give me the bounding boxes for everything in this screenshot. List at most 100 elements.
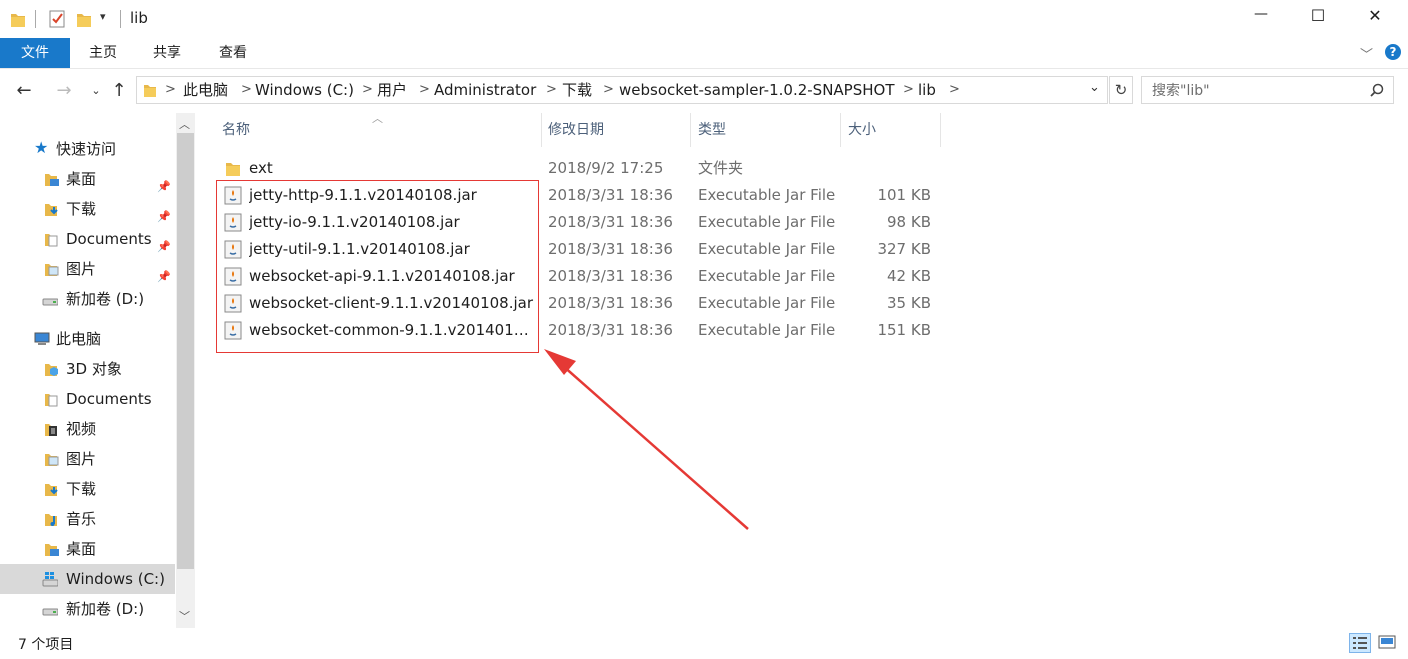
sidebar-item-drive-d-pc[interactable]: 新加卷 (D:)	[0, 594, 175, 624]
videos-folder-icon	[45, 424, 57, 436]
file-date: 2018/3/31 18:36	[548, 213, 673, 231]
sidebar-item-drive-d[interactable]: 新加卷 (D:)	[0, 284, 175, 314]
file-row[interactable]: ext 2018/9/2 17:25 文件夹	[216, 155, 946, 182]
file-date: 2018/3/31 18:36	[548, 240, 673, 258]
file-type: Executable Jar File	[698, 240, 836, 258]
column-divider[interactable]	[940, 113, 941, 147]
sidebar-item-videos[interactable]: 视频	[0, 414, 175, 444]
column-divider[interactable]	[690, 113, 691, 147]
sidebar-item-3d-objects[interactable]: 3D 对象	[0, 354, 175, 384]
address-bar-row: ← → ⌄ ↑ > 此电脑 > Windows (C:) > 用户 > Admi…	[0, 69, 1408, 113]
breadcrumb-separator-icon: >	[419, 82, 430, 97]
large-icons-view-button[interactable]	[1377, 633, 1399, 653]
documents-folder-icon	[45, 234, 58, 247]
sidebar-item-label: 图片	[66, 260, 97, 278]
up-arrow-icon[interactable]: ↑	[107, 79, 131, 103]
column-header-date[interactable]: 修改日期	[548, 113, 688, 147]
pictures-folder-icon	[45, 264, 59, 276]
column-divider[interactable]	[541, 113, 542, 147]
back-arrow-icon[interactable]: ←	[12, 79, 36, 103]
sidebar-item-quick-access[interactable]: ★ 快速访问	[0, 134, 175, 164]
address-field[interactable]: > 此电脑 > Windows (C:) > 用户 > Administrato…	[136, 76, 1108, 104]
folder-icon	[11, 14, 25, 27]
column-header-name[interactable]: 名称	[222, 113, 542, 147]
scroll-down-icon[interactable]: ﹀	[179, 608, 190, 624]
breadcrumb-separator-icon: >	[949, 82, 960, 97]
sidebar-item-documents[interactable]: Documents 📌	[0, 224, 175, 254]
search-icon[interactable]	[1370, 83, 1384, 97]
tab-view[interactable]: 查看	[210, 38, 256, 68]
scroll-up-icon[interactable]: ︿	[179, 116, 190, 132]
item-count: 7 个项目	[18, 637, 74, 653]
column-header-size[interactable]: 大小	[848, 113, 938, 147]
tab-home[interactable]: 主页	[80, 38, 126, 68]
3d-objects-folder-icon	[45, 364, 58, 376]
sidebar-item-documents-pc[interactable]: Documents	[0, 384, 175, 414]
file-type: Executable Jar File	[698, 321, 836, 339]
breadcrumb-administrator[interactable]: Administrator	[434, 77, 536, 103]
breadcrumb-separator-icon: >	[603, 82, 614, 97]
properties-icon[interactable]	[48, 9, 66, 29]
refresh-icon[interactable]: ↻	[1109, 76, 1133, 104]
breadcrumb-this-pc[interactable]: 此电脑	[183, 77, 228, 103]
column-header-type[interactable]: 类型	[698, 113, 838, 147]
breadcrumb-separator-icon: >	[546, 82, 557, 97]
address-history-chevron-icon[interactable]: ⌄	[1089, 80, 1100, 95]
tab-file[interactable]: 文件	[0, 38, 70, 68]
sidebar-item-downloads-pc[interactable]: 下载	[0, 474, 175, 504]
sidebar-item-windows-c[interactable]: Windows (C:)	[0, 564, 175, 594]
close-button[interactable]: ✕	[1362, 6, 1388, 25]
scrollbar-thumb[interactable]	[177, 133, 194, 569]
file-type: Executable Jar File	[698, 267, 836, 285]
search-input[interactable]	[1150, 80, 1364, 102]
details-view-icon	[1353, 637, 1367, 649]
sidebar-item-this-pc[interactable]: 此电脑	[0, 324, 175, 354]
sidebar-item-label: Windows (C:)	[66, 570, 165, 588]
sidebar-item-pictures[interactable]: 图片 📌	[0, 254, 175, 284]
maximize-button[interactable]: ☐	[1305, 6, 1331, 25]
help-icon[interactable]: ?	[1385, 44, 1401, 60]
sidebar-item-desktop-pc[interactable]: 桌面	[0, 534, 175, 564]
breadcrumb-separator-icon: >	[241, 82, 252, 97]
music-folder-icon	[45, 514, 57, 526]
breadcrumb-separator-icon: >	[362, 82, 373, 97]
details-view-button[interactable]	[1349, 633, 1371, 653]
breadcrumb-separator-icon: >	[165, 82, 176, 97]
file-size: 151 KB	[877, 321, 931, 339]
sidebar-item-label: 桌面	[66, 540, 97, 558]
sidebar-item-label: 此电脑	[56, 330, 102, 348]
file-size: 327 KB	[877, 240, 931, 258]
column-divider[interactable]	[840, 113, 841, 147]
sidebar-item-downloads[interactable]: 下载 📌	[0, 194, 175, 224]
desktop-folder-icon	[45, 174, 59, 186]
desktop-folder-icon	[45, 544, 59, 556]
breadcrumb-windows-c[interactable]: Windows (C:)	[255, 77, 354, 103]
sidebar-item-music[interactable]: 音乐	[0, 504, 175, 534]
file-date: 2018/3/31 18:36	[548, 321, 673, 339]
sidebar-item-desktop[interactable]: 桌面 📌	[0, 164, 175, 194]
recent-locations-chevron-icon[interactable]: ⌄	[84, 79, 108, 103]
breadcrumb-downloads[interactable]: 下载	[562, 77, 592, 103]
new-folder-icon[interactable]	[76, 10, 92, 28]
quick-access-toolbar-dropdown[interactable]: ▾	[100, 10, 106, 23]
expand-ribbon-icon[interactable]: ﹀	[1360, 44, 1373, 63]
tab-share[interactable]: 共享	[144, 38, 190, 68]
downloads-folder-icon	[45, 484, 58, 496]
sidebar-item-pictures-pc[interactable]: 图片	[0, 444, 175, 474]
sidebar-item-label: Documents	[66, 230, 152, 248]
sidebar-scrollbar[interactable]: ︿ ﹀	[176, 113, 195, 628]
file-name: ext	[249, 159, 273, 177]
file-date: 2018/9/2 17:25	[548, 159, 664, 177]
file-size: 98 KB	[887, 213, 931, 231]
search-box[interactable]	[1141, 76, 1394, 104]
breadcrumb-lib[interactable]: lib	[918, 77, 936, 103]
breadcrumb-users[interactable]: 用户	[377, 77, 407, 103]
minimize-button[interactable]: —	[1248, 6, 1274, 22]
folder-icon	[226, 163, 240, 176]
pictures-folder-icon	[45, 454, 59, 466]
sidebar-item-label: 视频	[66, 420, 97, 438]
file-date: 2018/3/31 18:36	[548, 267, 673, 285]
forward-arrow-icon[interactable]: →	[52, 79, 76, 103]
large-icons-view-icon	[1378, 635, 1396, 649]
breadcrumb-websocket-sampler[interactable]: websocket-sampler-1.0.2-SNAPSHOT	[619, 77, 895, 103]
